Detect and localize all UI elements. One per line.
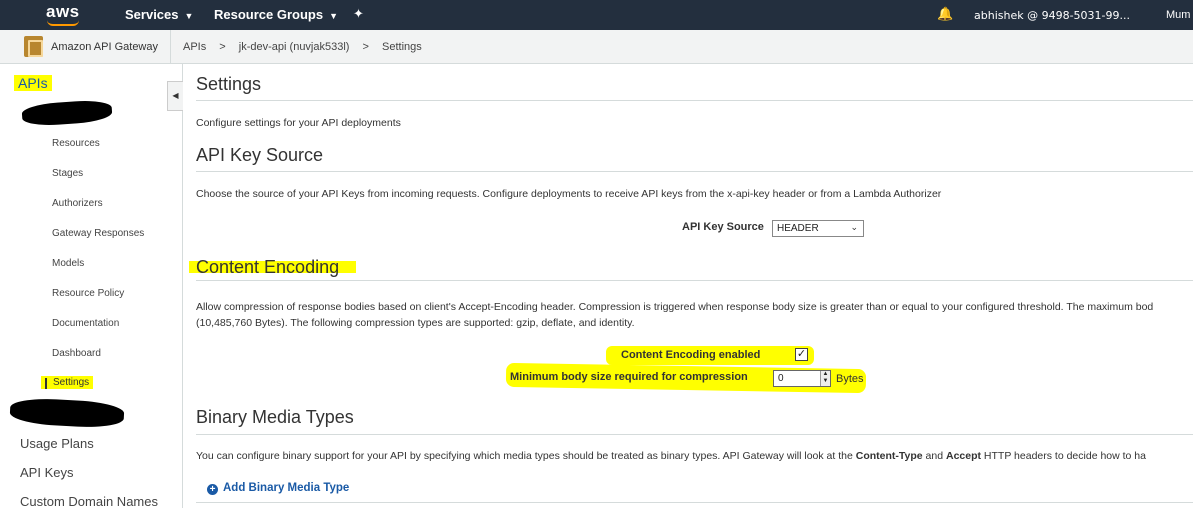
services-menu-button[interactable]: Services ▼	[125, 7, 193, 22]
api-key-source-select[interactable]: HEADER ⌄	[772, 220, 864, 237]
resource-groups-menu-button[interactable]: Resource Groups ▼	[214, 7, 338, 22]
binary-media-description-text: You can configure binary support for you…	[196, 450, 856, 462]
divider	[196, 502, 1193, 503]
breadcrumb: APIs > jk-dev-api (nuvjak533l) > Setting…	[183, 41, 432, 53]
services-label: Services	[125, 7, 179, 22]
spinner-arrows-icon[interactable]: ▲ ▼	[820, 371, 830, 386]
sidebar-item-api-keys[interactable]: API Keys	[20, 465, 73, 480]
aws-logo[interactable]: aws	[46, 2, 80, 22]
checkmark-icon: ✓	[796, 348, 807, 360]
accept-emphasis: Accept	[945, 450, 981, 462]
content-encoding-enabled-label: Content Encoding enabled	[621, 349, 761, 361]
sidebar-item-resource-policy[interactable]: Resource Policy	[52, 288, 124, 299]
sidebar-item-stages[interactable]: Stages	[52, 168, 83, 179]
content-encoding-heading: Content Encoding	[196, 257, 340, 277]
sidebar-item-custom-domain-names[interactable]: Custom Domain Names	[20, 494, 158, 508]
sidebar-item-gateway-responses[interactable]: Gateway Responses	[52, 228, 144, 239]
bytes-unit-label: Bytes	[836, 373, 864, 385]
page-title: Settings	[196, 74, 262, 94]
caret-left-icon: ◀	[172, 91, 179, 100]
aws-logo-smile-icon	[47, 20, 79, 26]
breadcrumb-apis[interactable]: APIs	[183, 41, 206, 53]
binary-media-description: You can configure binary support for you…	[196, 448, 1146, 464]
content-encoding-description-line1: Allow compression of response bodies bas…	[196, 301, 1154, 313]
api-key-source-description: Choose the source of your API Keys from …	[196, 188, 942, 200]
api-key-source-value: HEADER	[777, 223, 819, 234]
sidebar-item-documentation[interactable]: Documentation	[52, 318, 119, 329]
account-menu[interactable]: abhishek @ 9498-5031-99...	[974, 9, 1130, 22]
breadcrumb-separator: >	[362, 41, 369, 53]
plus-circle-icon: +	[207, 484, 218, 495]
chevron-down-icon: ⌄	[850, 222, 858, 232]
api-key-source-label: API Key Source	[682, 221, 764, 233]
chevron-down-icon: ▼	[329, 11, 339, 21]
sidebar-item-models[interactable]: Models	[52, 258, 84, 269]
service-name-link[interactable]: Amazon API Gateway	[51, 41, 158, 53]
sidebar: APIs Resources Stages Authorizers Gatewa…	[0, 64, 183, 508]
pin-icon[interactable]: ✦	[353, 6, 364, 22]
sidebar-item-resources[interactable]: Resources	[52, 138, 100, 149]
binary-media-description-text: HTTP headers to decide how to ha	[981, 450, 1146, 462]
sidebar-item-dashboard[interactable]: Dashboard	[52, 348, 101, 359]
content-encoding-enabled-checkbox[interactable]: ✓	[795, 348, 808, 361]
divider	[196, 100, 1193, 101]
divider	[170, 30, 171, 64]
api-key-source-heading: API Key Source	[196, 145, 324, 165]
breadcrumb-api-name[interactable]: jk-dev-api (nuvjak533l)	[239, 41, 350, 53]
chevron-down-icon: ▼	[184, 11, 194, 21]
bell-icon[interactable]: 🔔	[937, 6, 953, 22]
resource-groups-label: Resource Groups	[214, 7, 324, 22]
page-intro: Configure settings for your API deployme…	[196, 117, 401, 129]
breadcrumb-separator: >	[219, 41, 226, 53]
breadcrumb-bar: Amazon API Gateway APIs > jk-dev-api (nu…	[0, 30, 1193, 64]
add-binary-media-type-label: Add Binary Media Type	[223, 482, 350, 494]
divider	[196, 171, 1193, 172]
top-nav-bar: aws Services ▼ Resource Groups ▼ ✦ 🔔 abhis…	[0, 0, 1193, 30]
sidebar-item-usage-plans[interactable]: Usage Plans	[20, 436, 94, 451]
content-type-emphasis: Content-Type	[855, 450, 923, 462]
binary-media-types-heading: Binary Media Types	[196, 407, 354, 427]
region-menu[interactable]: Mum	[1166, 9, 1190, 21]
min-body-size-value: 0	[778, 373, 784, 384]
add-binary-media-type-button[interactable]: + Add Binary Media Type	[207, 482, 349, 495]
redaction-mark	[21, 98, 113, 128]
divider	[196, 280, 1193, 281]
divider	[196, 434, 1193, 435]
sidebar-title-apis[interactable]: APIs	[14, 75, 52, 91]
min-body-size-label: Minimum body size required for compressi…	[510, 371, 748, 383]
collapse-sidebar-button[interactable]: ◀	[167, 81, 183, 111]
api-gateway-icon	[24, 36, 43, 57]
content-encoding-description-line2: (10,485,760 Bytes). The following compre…	[196, 317, 635, 329]
breadcrumb-settings: Settings	[382, 41, 422, 53]
redaction-mark	[9, 397, 125, 429]
sidebar-item-settings[interactable]: Settings	[41, 376, 94, 389]
binary-media-description-text: and	[922, 450, 946, 462]
main-content: Settings Configure settings for your API…	[183, 64, 1193, 508]
min-body-size-stepper[interactable]: 0 ▲ ▼	[773, 370, 831, 387]
sidebar-item-authorizers[interactable]: Authorizers	[52, 198, 103, 209]
